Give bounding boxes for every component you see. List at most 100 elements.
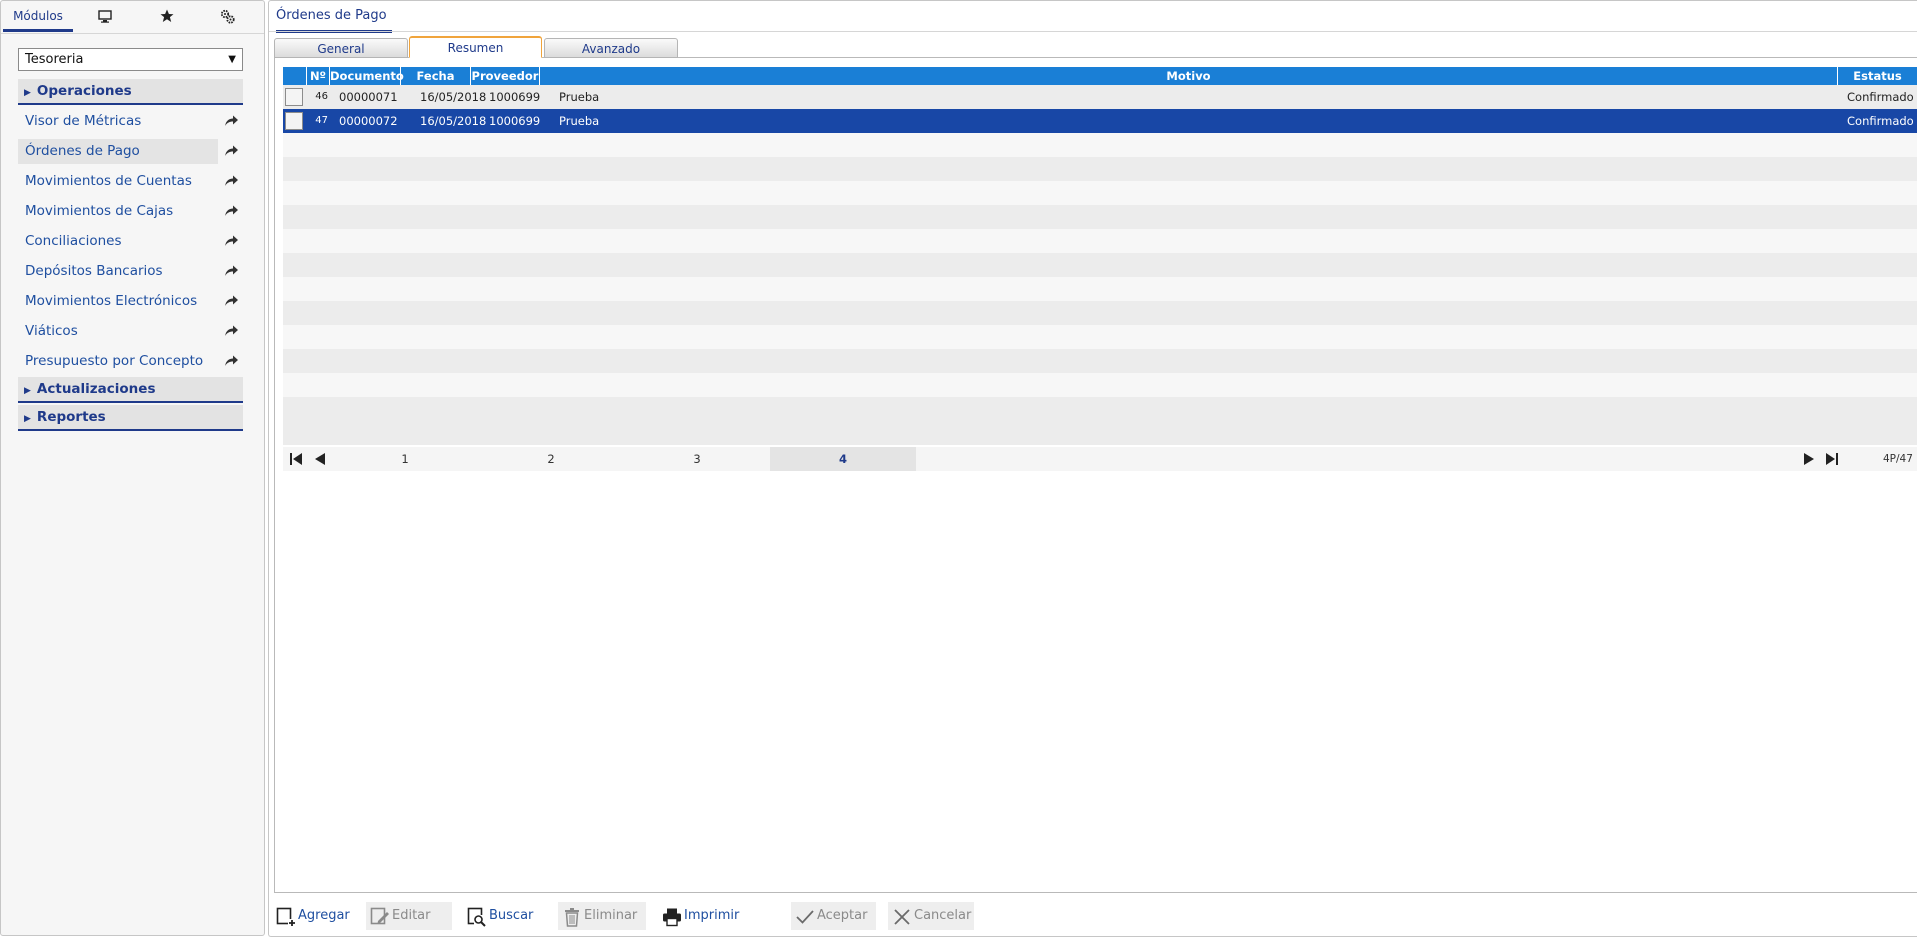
empty-row [283,421,1917,445]
tab-settings[interactable] [197,1,257,31]
share-arrow-icon[interactable] [223,353,239,369]
sidebar-item-presupuesto-concepto[interactable]: Presupuesto por Concepto [18,349,218,374]
share-arrow-icon[interactable] [223,293,239,309]
tab-modulos[interactable]: Módulos [3,1,73,32]
tab-modulos-label: Módulos [13,9,63,23]
first-page-icon[interactable] [289,452,303,466]
pager: 1 2 3 4 4P/47 [283,447,1917,471]
sidebar-item-label: Movimientos de Cuentas [25,173,192,189]
delete-button-label: Eliminar [584,908,638,923]
page-3[interactable]: 3 [624,447,770,471]
delete-button[interactable]: Eliminar [558,902,646,930]
group-operaciones-label: Operaciones [36,83,132,99]
sidebar-item-label: Visor de Métricas [25,113,142,129]
tab-favorites[interactable] [137,1,197,31]
share-arrow-icon[interactable] [223,263,239,279]
tab-general[interactable]: General [274,38,408,58]
column-fecha[interactable]: Fecha [401,67,471,85]
sidebar-item-movimientos-electronicos[interactable]: Movimientos Electrónicos [18,289,218,314]
tab-monitor[interactable] [73,1,137,31]
close-icon [894,909,910,925]
cell-estatus: Confirmado [1847,114,1914,128]
column-documento[interactable]: Documento [330,67,404,85]
page-1[interactable]: 1 [332,447,478,471]
prev-page-icon[interactable] [313,452,327,466]
sidebar-item-label: Órdenes de Pago [25,143,140,159]
share-arrow-icon[interactable] [223,233,239,249]
group-operaciones[interactable]: ▶ Operaciones [18,79,243,105]
expand-triangle-icon: ▶ [24,88,31,98]
accept-button-label: Aceptar [817,908,868,923]
last-page-icon[interactable] [1825,452,1839,466]
edit-button[interactable]: Editar [366,902,452,930]
trash-icon [565,908,579,927]
module-select-value: Tesoreria [25,52,84,67]
table-row[interactable]: 47 00000072 16/05/2018 1000699 Prueba Co… [283,109,1917,133]
chevron-down-icon: ▼ [228,54,236,65]
cell-proveedor: 1000699 [489,114,541,128]
sidebar-item-label: Depósitos Bancarios [25,263,163,279]
expand-triangle-icon: ▶ [24,386,31,396]
row-checkbox[interactable] [285,88,303,106]
empty-row [283,181,1917,205]
search-document-icon [467,907,487,927]
check-icon [796,910,814,924]
gears-icon [220,9,235,24]
page-4[interactable]: 4 [770,447,916,471]
add-document-icon [276,907,296,927]
table-row[interactable]: 46 00000071 16/05/2018 1000699 Prueba Co… [283,85,1917,109]
print-button-label: Imprimir [684,908,740,923]
printer-icon [663,908,681,927]
sidebar-item-label: Movimientos de Cajas [25,203,174,219]
column-estatus[interactable]: Estatus [1838,67,1917,85]
row-checkbox[interactable] [285,112,303,130]
group-reportes[interactable]: ▶ Reportes [18,405,243,431]
column-motivo[interactable]: Motivo [540,67,1838,85]
pager-summary: 4P/47 [1883,453,1913,465]
sidebar-item-visor-metricas[interactable]: Visor de Métricas [18,109,218,134]
group-reportes-label: Reportes [36,409,106,425]
share-arrow-icon[interactable] [223,143,239,159]
print-button[interactable]: Imprimir [658,902,744,930]
cell-documento: 00000071 [339,90,398,104]
group-actualizaciones[interactable]: ▶ Actualizaciones [18,377,243,403]
share-arrow-icon[interactable] [223,173,239,189]
share-arrow-icon[interactable] [223,323,239,339]
sidebar-item-conciliaciones[interactable]: Conciliaciones [18,229,218,254]
tab-avanzado[interactable]: Avanzado [544,38,678,58]
cell-documento: 00000072 [339,114,398,128]
column-numero[interactable]: Nº [307,67,330,85]
share-arrow-icon[interactable] [223,203,239,219]
sidebar-item-movimientos-cuentas[interactable]: Movimientos de Cuentas [18,169,218,194]
sidebar-item-depositos-bancarios[interactable]: Depósitos Bancarios [18,259,218,284]
sidebar-item-label: Movimientos Electrónicos [25,293,198,309]
cell-motivo: Prueba [559,90,600,104]
search-button[interactable]: Buscar [463,902,543,930]
accept-button[interactable]: Aceptar [791,902,876,930]
empty-row [283,133,1917,157]
empty-row [283,397,1917,421]
sidebar-item-movimientos-cajas[interactable]: Movimientos de Cajas [18,199,218,224]
title-divider [269,31,1917,32]
tab-resumen[interactable]: Resumen [409,36,542,58]
star-icon [160,9,174,22]
column-proveedor[interactable]: Proveedor [471,67,540,85]
cell-numero: 46 [315,91,328,102]
page-title: Órdenes de Pago [276,8,392,33]
tab-resumen-label: Resumen [447,41,504,55]
next-page-icon[interactable] [1802,452,1816,466]
module-select[interactable]: Tesoreria ▼ [18,48,243,71]
add-button[interactable]: Agregar [272,902,352,930]
cancel-button-label: Cancelar [914,908,972,923]
empty-row [283,277,1917,301]
cancel-button[interactable]: Cancelar [888,902,974,930]
sidebar-item-viaticos[interactable]: Viáticos [18,319,218,344]
page-2[interactable]: 2 [478,447,624,471]
column-select [283,67,307,85]
search-button-label: Buscar [489,908,534,923]
sidebar-item-ordenes-pago[interactable]: Órdenes de Pago [18,139,218,164]
empty-row [283,205,1917,229]
sidebar-item-label: Presupuesto por Concepto [25,353,204,369]
share-arrow-icon[interactable] [223,113,239,129]
edit-button-label: Editar [392,908,431,923]
